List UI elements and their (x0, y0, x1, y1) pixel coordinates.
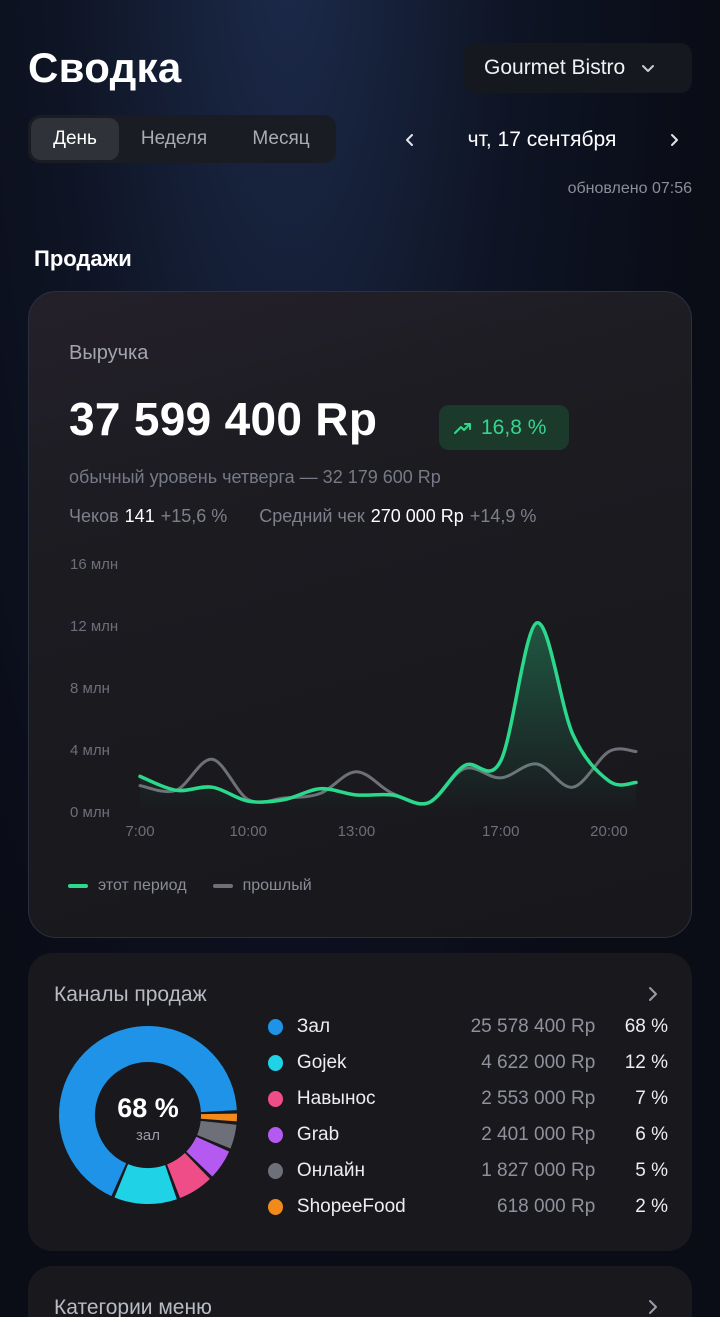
channel-pct: 7 % (635, 1088, 668, 1109)
channel-amount: 25 578 400 Rp (470, 1016, 596, 1037)
channel-pct: 5 % (635, 1160, 668, 1181)
section-title-sales: Продажи (34, 246, 132, 271)
channel-amount: 4 622 000 Rp (481, 1052, 596, 1073)
revenue-label: Выручка (69, 342, 149, 364)
page-title: Сводка (28, 44, 182, 91)
chevron-left-icon (406, 134, 413, 146)
channel-row[interactable]: Grab 2 401 000 Rp 6 % (268, 1117, 668, 1153)
y-tick-label: 12 млн (70, 618, 118, 635)
period-switcher: День Неделя Месяц (28, 115, 336, 163)
x-tick-label: 17:00 (482, 823, 520, 840)
date-navigator: чт, 17 сентября (392, 120, 692, 160)
channel-row[interactable]: Навынос 2 553 000 Rp 7 % (268, 1081, 668, 1117)
revenue-value: 37 599 400 Rp (69, 393, 378, 445)
channel-pct: 2 % (635, 1196, 668, 1217)
revenue-line-chart: 16 млн 12 млн 8 млн 4 млн 0 млн 7:00 10:00 13:0… (70, 556, 638, 840)
chevron-right-icon (670, 134, 678, 146)
checks-label: Чеков (69, 506, 119, 526)
tab-week[interactable]: Неделя (119, 118, 229, 160)
prev-day-button[interactable] (392, 122, 428, 158)
baseline-text: обычный уровень четверга — 32 179 600 Rp (69, 467, 441, 487)
legend-previous: прошлый (212, 877, 312, 895)
avg-check-value: 270 000 Rp (370, 506, 464, 526)
channel-row[interactable]: Зал 25 578 400 Rp 68 % (268, 1009, 668, 1045)
chevron-right-icon[interactable] (644, 1298, 662, 1316)
donut-center-label: зал (136, 1127, 160, 1144)
channel-name: ShopeeFood (296, 1196, 406, 1217)
donut-segment (185, 1136, 230, 1177)
chevron-right-icon[interactable] (644, 985, 662, 1003)
channel-color-dot (268, 1199, 283, 1215)
legend-previous-swatch (212, 884, 233, 888)
x-tick-label: 7:00 (125, 823, 154, 840)
channel-color-dot (268, 1019, 283, 1035)
channel-row[interactable]: Онлайн 1 827 000 Rp 5 % (268, 1153, 668, 1189)
sales-channels-title: Каналы продаж (54, 983, 207, 1006)
y-tick-label: 4 млн (70, 742, 110, 759)
avg-check-label: Средний чек (259, 506, 365, 526)
channel-name: Gojek (296, 1052, 347, 1073)
channel-name: Навынос (296, 1088, 376, 1109)
sales-channels-card[interactable]: Каналы продаж 68 % зал Зал 25 578 400 Rp 6… (28, 953, 692, 1251)
channel-pct: 12 % (624, 1052, 668, 1073)
menu-categories-card[interactable]: Категории меню (28, 1266, 692, 1317)
channel-color-dot (268, 1163, 283, 1179)
channel-amount: 2 401 000 Rp (481, 1124, 596, 1145)
donut-center-pct: 68 % (117, 1093, 179, 1123)
chevron-down-icon (642, 65, 655, 72)
channel-color-dot (268, 1055, 283, 1071)
revenue-stats: Чеков 141 +15,6 % Средний чек 270 000 Rp… (69, 506, 536, 527)
channels-list: Зал 25 578 400 Rp 68 % Gojek 4 622 000 Rp 12 … (268, 1009, 668, 1225)
y-tick-label: 16 млн (70, 556, 118, 573)
legend-previous-label: прошлый (242, 877, 312, 894)
checks-change: +15,6 % (160, 506, 228, 526)
x-tick-label: 20:00 (590, 823, 628, 840)
channel-pct: 68 % (624, 1016, 668, 1037)
chart-legend: этот период прошлый (68, 877, 312, 895)
next-day-button[interactable] (656, 122, 692, 158)
channel-amount: 2 553 000 Rp (481, 1088, 596, 1109)
channel-name: Онлайн (296, 1160, 365, 1181)
channel-color-dot (268, 1091, 283, 1107)
x-tick-label: 10:00 (229, 823, 267, 840)
trending-up-icon (454, 422, 471, 434)
donut-segment (114, 1163, 177, 1204)
channel-amount: 1 827 000 Rp (481, 1160, 596, 1181)
revenue-change-badge: 16,8 % (439, 405, 569, 450)
channel-color-dot (268, 1127, 283, 1143)
y-tick-label: 8 млн (70, 680, 110, 697)
channel-name: Зал (296, 1016, 331, 1037)
avg-check-change: +14,9 % (469, 506, 537, 526)
channel-row[interactable]: Gojek 4 622 000 Rp 12 % (268, 1045, 668, 1081)
channel-name: Grab (296, 1124, 340, 1145)
venue-name: Gourmet Bistro (484, 56, 626, 79)
x-tick-label: 13:00 (338, 823, 376, 840)
current-date[interactable]: чт, 17 сентября (468, 128, 617, 152)
revenue-change-value: 16,8 % (481, 415, 547, 439)
channel-pct: 6 % (635, 1124, 668, 1145)
legend-current-label: этот период (98, 877, 187, 894)
tab-month[interactable]: Месяц (229, 118, 333, 160)
legend-current-swatch (68, 884, 88, 888)
checks-value: 141 (124, 506, 155, 526)
venue-selector[interactable]: Gourmet Bistro (464, 43, 692, 93)
legend-current: этот период (68, 877, 187, 895)
channel-amount: 618 000 Rp (497, 1196, 596, 1217)
series-area-current (140, 622, 636, 812)
updated-timestamp: обновлено 07:56 (567, 180, 692, 197)
menu-categories-title: Категории меню (54, 1296, 212, 1317)
channel-row[interactable]: ShopeeFood 618 000 Rp 2 % (268, 1189, 668, 1225)
donut-segment (166, 1152, 210, 1199)
y-tick-label: 0 млн (70, 804, 110, 821)
tab-day[interactable]: День (31, 118, 119, 160)
